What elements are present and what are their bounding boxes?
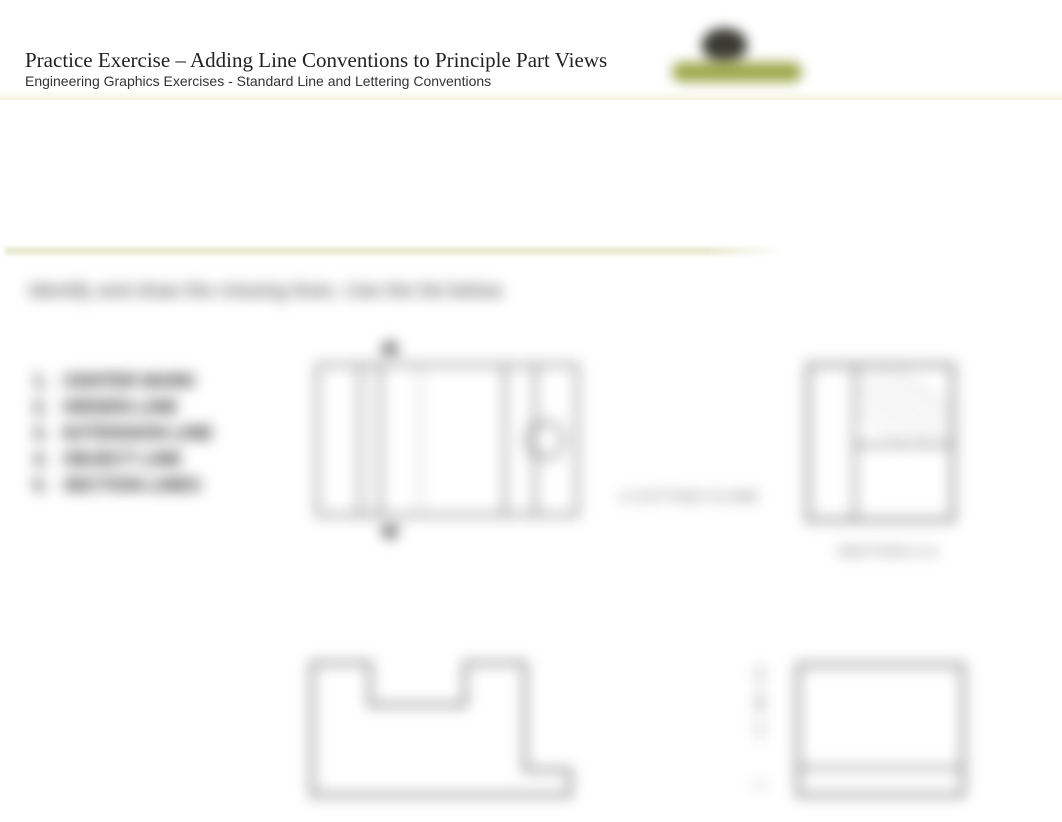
legend-number: 3.: [33, 420, 53, 446]
legend-label: OBJECT LINE: [63, 446, 182, 472]
legend-number: 4.: [33, 446, 53, 472]
legend-label: HIDDEN LINE: [63, 394, 178, 420]
page-subtitle: Engineering Graphics Exercises - Standar…: [25, 73, 491, 89]
section-label: SECTION A-A: [838, 543, 938, 559]
legend-label: CENTER MARK: [63, 368, 196, 394]
legend-number: 5.: [33, 472, 53, 498]
instruction-text: Identify and draw the missing lines. Use…: [28, 280, 506, 303]
logo: [662, 20, 812, 95]
logo-mark: [702, 28, 747, 60]
legend-number: 2.: [33, 394, 53, 420]
divider: [5, 247, 785, 255]
content: Identify and draw the missing lines. Use…: [0, 260, 1062, 822]
logo-text: [672, 62, 802, 82]
legend-item: 3. EXTENSION LINE: [33, 420, 237, 446]
orthographic-view-1: [305, 335, 585, 545]
legend-item: 2. HIDDEN LINE: [33, 394, 237, 420]
legend-number: 1.: [33, 368, 53, 394]
orthographic-view-2: [300, 655, 580, 805]
legend: 1. CENTER MARK 2. HIDDEN LINE 3. EXTENSI…: [25, 360, 245, 506]
legend-label: SECTION LINES: [63, 472, 201, 498]
section-view: [800, 360, 960, 525]
header: Practice Exercise – Adding Line Conventi…: [0, 0, 1062, 100]
legend-item: 4. OBJECT LINE: [33, 446, 237, 472]
orthographic-view-3: [790, 660, 970, 800]
page-title: Practice Exercise – Adding Line Conventi…: [25, 48, 607, 73]
dimension-marks: [745, 665, 775, 795]
cutting-plane-label: A CUTTING PLANE: [620, 488, 759, 504]
legend-item: 1. CENTER MARK: [33, 368, 237, 394]
legend-item: 5. SECTION LINES: [33, 472, 237, 498]
legend-label: EXTENSION LINE: [63, 420, 213, 446]
